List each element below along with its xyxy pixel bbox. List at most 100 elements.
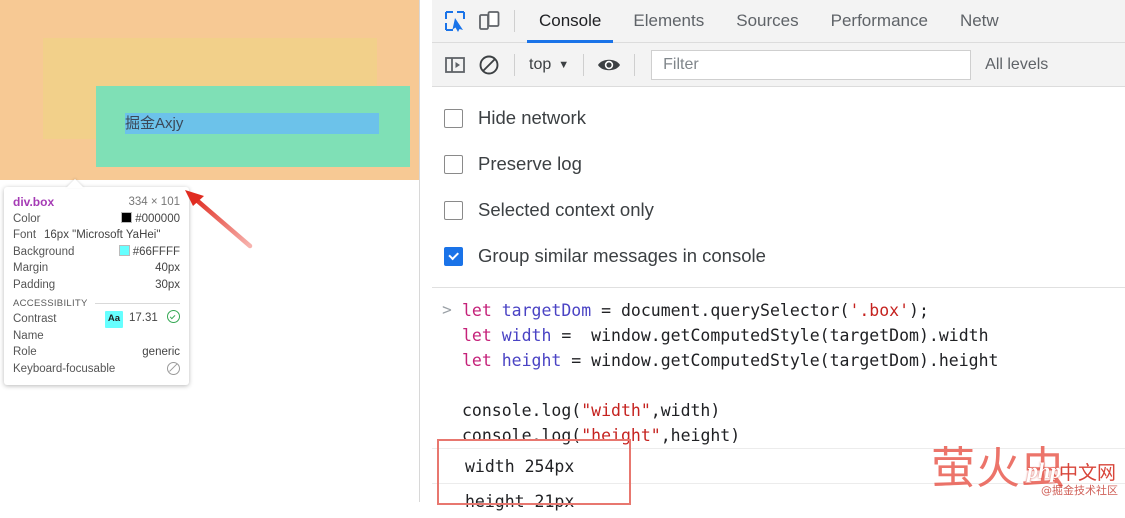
tooltip-header-row: div.box 334 × 101 <box>13 194 180 211</box>
setting-hide-network-label: Hide network <box>478 107 586 128</box>
tooltip-contrast-value: 17.31 <box>129 312 158 324</box>
code-token: let <box>462 351 502 370</box>
toolbar-divider-2 <box>514 53 515 76</box>
tooltip-background-value-wrap: #66FFFF <box>118 244 180 261</box>
live-expression-icon[interactable] <box>592 48 626 82</box>
setting-selected-context-only[interactable]: Selected context only <box>432 187 1125 233</box>
tab-performance[interactable]: Performance <box>815 0 944 43</box>
tooltip-padding-row: Padding 30px <box>13 277 180 294</box>
console-code-line <box>462 373 998 398</box>
device-toolbar-icon[interactable] <box>472 4 506 38</box>
console-code-line: let width = window.getComputedStyle(targ… <box>462 323 998 348</box>
tooltip-color-label: Color <box>13 212 41 225</box>
tooltip-name-label: Name <box>13 329 44 342</box>
tooltip-color-value: #000000 <box>135 212 180 225</box>
console-output-area: > let targetDom = document.querySelector… <box>432 288 1125 518</box>
tab-console[interactable]: Console <box>523 0 617 43</box>
code-token: ); <box>909 301 929 320</box>
tooltip-role-label: Role <box>13 346 37 358</box>
tooltip-padding-value: 30px <box>155 278 180 291</box>
console-output-row: height 21px <box>432 483 1125 518</box>
tooltip-padding-label: Padding <box>13 278 56 291</box>
inspect-tooltip: div.box 334 × 101 Color #000000 Font 16p… <box>4 187 189 385</box>
keyboard-not-focusable-icon <box>167 362 180 376</box>
code-token: ,width) <box>650 401 721 420</box>
tab-sources-label: Sources <box>736 11 799 30</box>
code-token: width <box>501 326 552 345</box>
accessibility-section-header: ACCESSIBILITY <box>13 298 180 309</box>
console-input-entry[interactable]: > let targetDom = document.querySelector… <box>432 288 1125 448</box>
tooltip-font-row: Font 16px "Microsoft YaHei" <box>13 227 180 244</box>
setting-group-similar[interactable]: Group similar messages in console <box>432 233 1125 279</box>
clear-console-icon[interactable] <box>472 48 506 82</box>
tooltip-keyboard-label: Keyboard-focusable <box>13 362 116 375</box>
tab-elements[interactable]: Elements <box>617 0 720 43</box>
margin-highlight-box: 掘金Axjy <box>0 0 420 180</box>
accessibility-rule <box>94 303 180 304</box>
background-swatch-icon <box>118 244 130 256</box>
tooltip-font-value: 16px "Microsoft YaHei" <box>44 229 161 241</box>
search-input[interactable] <box>661 54 962 75</box>
tab-sources[interactable]: Sources <box>720 0 814 43</box>
console-code-line: let height = window.getComputedStyle(tar… <box>462 348 998 373</box>
tab-network-label: Netw <box>959 11 999 30</box>
console-code-line: console.log("width",width) <box>462 398 998 423</box>
setting-selected-context-only-label: Selected context only <box>478 199 654 220</box>
execution-context-dropdown[interactable]: top ▼ <box>523 56 575 74</box>
tab-elements-label: Elements <box>633 11 705 30</box>
tooltip-pointer <box>66 179 84 188</box>
color-swatch-icon <box>121 211 133 223</box>
tooltip-background-row: Background #66FFFF <box>13 244 180 261</box>
console-output-row: width 254px <box>432 448 1125 483</box>
tooltip-margin-row: Margin 40px <box>13 260 180 277</box>
inspect-element-icon[interactable] <box>438 4 472 38</box>
setting-preserve-log[interactable]: Preserve log <box>432 141 1125 187</box>
toolbar-divider-4 <box>634 53 636 76</box>
tooltip-role-row: Role generic <box>13 344 180 361</box>
code-token: let <box>462 301 502 320</box>
screenshot-root: 掘金Axjy div.box 334 × 101 Color #000000 F… <box>0 0 1125 511</box>
pane-divider[interactable] <box>419 0 420 502</box>
tooltip-font-label: Font <box>13 229 37 241</box>
setting-hide-network[interactable]: Hide network <box>432 95 1125 141</box>
log-level-dropdown[interactable]: All levels <box>985 56 1048 74</box>
code-token: height <box>501 351 562 370</box>
red-annotation-arrow <box>185 190 253 249</box>
tooltip-keyboard-row: Keyboard-focusable <box>13 361 180 378</box>
console-code-line: console.log("height",height) <box>462 423 998 448</box>
contrast-pass-icon <box>167 310 180 323</box>
console-sidebar-icon[interactable] <box>438 48 472 82</box>
padding-highlight-box: 掘金Axjy <box>43 38 410 167</box>
chevron-down-icon: ▼ <box>558 58 570 71</box>
setting-preserve-log-label: Preserve log <box>478 153 582 174</box>
checkbox-icon[interactable] <box>444 200 463 220</box>
console-settings-list: Hide network Preserve log Selected conte… <box>432 87 1125 285</box>
tooltip-dimensions: 334 × 101 <box>128 196 180 208</box>
code-token: "width" <box>581 401 651 420</box>
console-filter-box[interactable] <box>651 49 972 80</box>
console-log-outputs: width 254px height 21px <box>432 448 1125 518</box>
tab-console-label: Console <box>539 11 602 30</box>
tooltip-color-value-wrap: #000000 <box>121 211 180 228</box>
tab-network[interactable]: Netw <box>944 0 1015 43</box>
console-code-line: let targetDom = document.querySelector('… <box>462 298 998 323</box>
devtools-panel: Console Elements Sources Performance Net… <box>432 0 1125 511</box>
tooltip-contrast-label: Contrast <box>13 312 57 325</box>
execution-context-label: top <box>529 55 552 73</box>
checkbox-icon[interactable] <box>444 108 463 128</box>
console-toolbar: top ▼ All levels <box>432 43 1125 87</box>
code-token: = window.getComputedStyle(targetDom).wid… <box>551 326 989 345</box>
tab-performance-label: Performance <box>830 11 928 30</box>
tooltip-name-row: Name <box>13 328 180 345</box>
tooltip-contrast-row: Contrast Aa 17.31 <box>13 310 180 328</box>
code-token: console.log( <box>462 426 582 445</box>
tooltip-selector: div.box <box>13 195 55 209</box>
tooltip-contrast-value-wrap: Aa 17.31 <box>104 310 180 328</box>
code-token: targetDom <box>501 301 592 320</box>
tooltip-background-label: Background <box>13 245 75 258</box>
tooltip-background-value: #66FFFF <box>132 245 180 258</box>
content-highlight-box: 掘金Axjy <box>96 86 410 167</box>
checkbox-icon[interactable] <box>444 154 463 174</box>
checkbox-checked-icon[interactable] <box>444 246 463 266</box>
